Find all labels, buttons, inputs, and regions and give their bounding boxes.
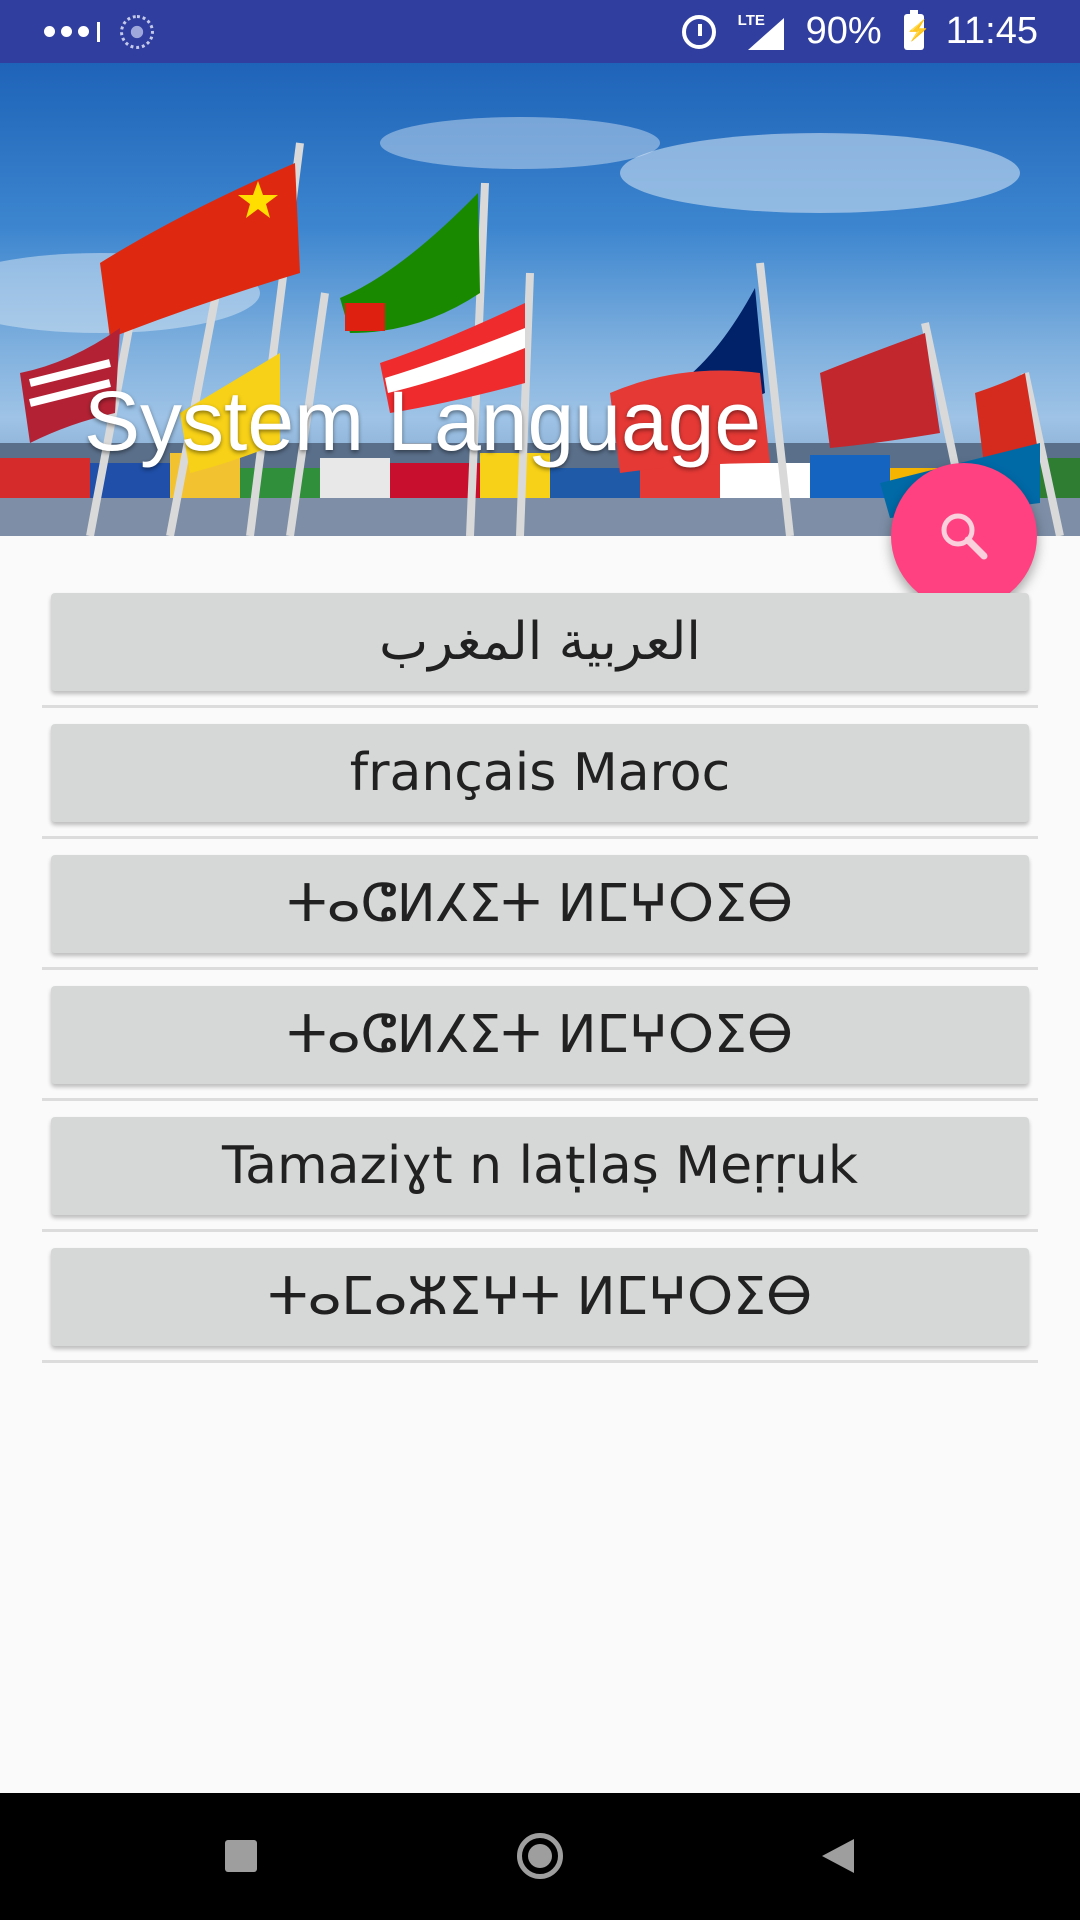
- page-title: System Language: [84, 374, 762, 468]
- signal-dots-icon: [44, 21, 100, 42]
- header-banner: System Language: [0, 63, 1080, 536]
- alarm-icon: [681, 14, 716, 49]
- language-button-tamazight-latin[interactable]: Tamaziɣt n laṭlaṣ Meṛṛuk: [51, 1117, 1029, 1215]
- list-item: ⵜⴰⵛⵍⵃⵉⵜ ⵍⵎⵖⵔⵉⴱ: [42, 970, 1038, 1101]
- list-item: Tamaziɣt n laṭlaṣ Meṛṛuk: [42, 1101, 1038, 1232]
- lte-signal-icon: LTE: [738, 12, 784, 52]
- back-icon[interactable]: [822, 1839, 854, 1873]
- language-button-tashelhit-tifinagh-2[interactable]: ⵜⴰⵛⵍⵃⵉⵜ ⵍⵎⵖⵔⵉⴱ: [51, 986, 1029, 1084]
- language-button-arabic[interactable]: العربية المغرب: [51, 593, 1029, 691]
- loading-icon: [120, 14, 154, 49]
- status-left: [44, 0, 154, 63]
- navigation-bar: [0, 1793, 1080, 1920]
- home-icon[interactable]: [517, 1833, 563, 1879]
- battery-percent: 90%: [805, 10, 882, 52]
- list-item: العربية المغرب: [42, 590, 1038, 708]
- list-item: français Maroc: [42, 708, 1038, 839]
- list-item: ⵜⴰⵎⴰⵣⵉⵖⵜ ⵍⵎⵖⵔⵉⴱ: [42, 1232, 1038, 1363]
- language-button-french[interactable]: français Maroc: [51, 724, 1029, 822]
- status-bar: LTE 90% 11:45: [0, 0, 1080, 63]
- language-button-tashelhit-tifinagh[interactable]: ⵜⴰⵛⵍⵃⵉⵜ ⵍⵎⵖⵔⵉⴱ: [51, 855, 1029, 953]
- recents-icon[interactable]: [225, 1840, 257, 1872]
- search-icon: [941, 513, 988, 560]
- list-item: ⵜⴰⵛⵍⵃⵉⵜ ⵍⵎⵖⵔⵉⴱ: [42, 839, 1038, 970]
- language-button-tamazight-tifinagh[interactable]: ⵜⴰⵎⴰⵣⵉⵖⵜ ⵍⵎⵖⵔⵉⴱ: [51, 1248, 1029, 1346]
- language-list: العربية المغرب français Maroc ⵜⴰⵛⵍⵃⵉⵜ ⵍⵎ…: [42, 590, 1038, 1363]
- search-button[interactable]: [891, 463, 1037, 609]
- clock: 11:45: [945, 10, 1038, 52]
- status-right: LTE 90% 11:45: [681, 0, 1038, 63]
- battery-charging-icon: [903, 9, 931, 50]
